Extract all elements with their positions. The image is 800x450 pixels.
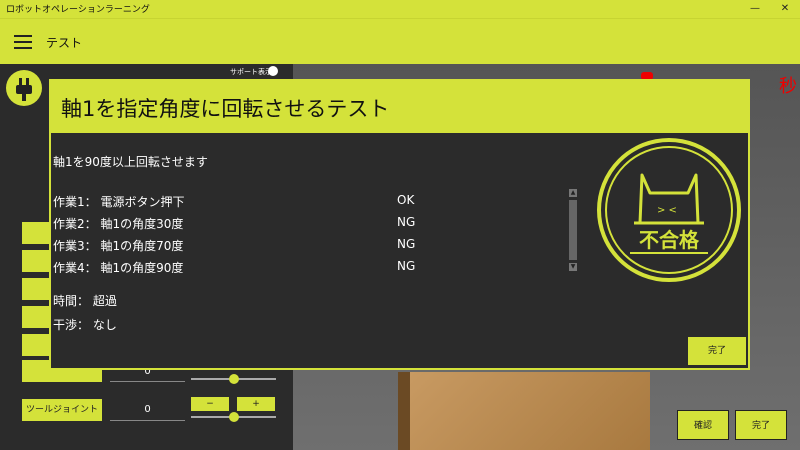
task-label: 作業3： 軸1の角度70度: [53, 239, 184, 253]
dialog-title: 軸1を指定角度に回転させるテスト: [61, 97, 390, 121]
task-list: 作業1： 電源ボタン押下 OK 作業2： 軸1の角度30度 NG 作業3： 軸1…: [53, 193, 578, 273]
tool-joint-value: 0: [110, 399, 185, 421]
slider-knob[interactable]: [229, 412, 239, 422]
tool-joint-button[interactable]: ツールジョイント: [22, 399, 102, 421]
time-result: 時間： 超過: [53, 292, 117, 309]
support-toggle-label: サポート表示: [230, 68, 272, 76]
list-item: 作業4： 軸1の角度90度 NG: [53, 259, 578, 273]
tool-joint-slider[interactable]: [191, 412, 276, 422]
increment-button[interactable]: +: [237, 397, 275, 411]
slider-knob[interactable]: [229, 374, 239, 384]
time-value: 超過: [92, 294, 117, 308]
app-header: テスト: [0, 18, 800, 64]
support-toggle[interactable]: [268, 66, 278, 76]
interference-value: なし: [92, 318, 117, 332]
task-result: NG: [397, 237, 416, 251]
task-list-scrollbar[interactable]: ▲ ▼: [569, 189, 577, 275]
window-titlebar: ロボットオペレーションラーニング — ✕: [0, 0, 800, 18]
list-item: 作業1： 電源ボタン押下 OK: [53, 193, 578, 215]
minimize-button[interactable]: —: [740, 0, 770, 18]
dialog-done-button[interactable]: 完了: [688, 337, 746, 365]
interference-label: 干渉：: [53, 318, 90, 332]
stamp-text: 不合格: [639, 228, 700, 252]
list-item: 作業2： 軸1の角度30度 NG: [53, 215, 578, 237]
joint-slider[interactable]: [191, 374, 276, 384]
result-dialog: 軸1を指定角度に回転させるテスト 軸1を90度以上回転させます 作業1： 電源ボ…: [49, 79, 750, 370]
page-title: テスト: [46, 36, 83, 50]
task-label: 作業2： 軸1の角度30度: [53, 217, 184, 231]
task-result: OK: [397, 193, 415, 207]
dialog-description: 軸1を90度以上回転させます: [53, 155, 208, 169]
scroll-up-icon[interactable]: ▲: [569, 189, 577, 197]
app-title: ロボットオペレーションラーニング: [6, 5, 150, 15]
wood-block: [410, 372, 650, 450]
dialog-header: 軸1を指定角度に回転させるテスト: [51, 81, 748, 133]
task-label: 作業4： 軸1の角度90度: [53, 261, 184, 273]
cat-fail-stamp-icon: > < 不合格: [594, 135, 744, 285]
timer-unit: 秒: [779, 76, 797, 97]
scroll-thumb[interactable]: [569, 200, 577, 260]
confirm-button[interactable]: 確認: [677, 410, 729, 440]
time-label: 時間：: [53, 294, 90, 308]
scroll-down-icon[interactable]: ▼: [569, 263, 577, 271]
done-button[interactable]: 完了: [735, 410, 787, 440]
decrement-button[interactable]: −: [191, 397, 229, 411]
task-result: NG: [397, 259, 416, 273]
svg-text:> <: > <: [657, 205, 677, 216]
hamburger-icon[interactable]: [14, 35, 32, 49]
close-button[interactable]: ✕: [770, 0, 800, 18]
task-label: 作業1： 電源ボタン押下: [53, 195, 185, 209]
plug-icon[interactable]: [6, 70, 42, 106]
task-result: NG: [397, 215, 416, 229]
list-item: 作業3： 軸1の角度70度 NG: [53, 237, 578, 259]
interference-result: 干渉： なし: [53, 316, 117, 333]
